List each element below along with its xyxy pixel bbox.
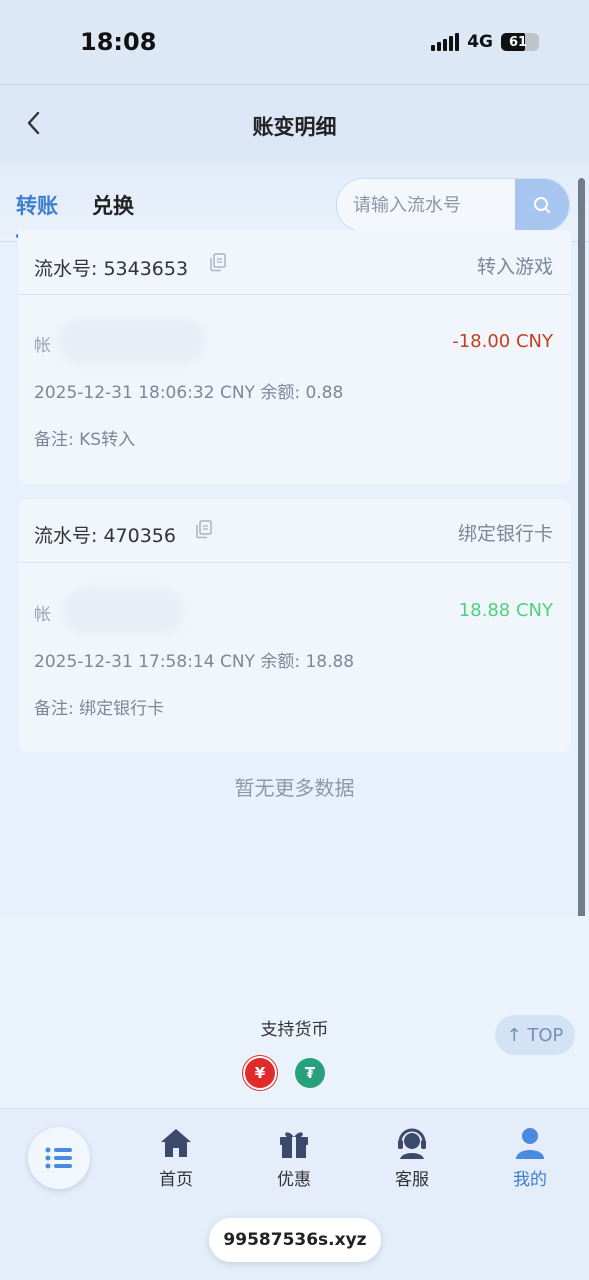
account-mask (62, 588, 184, 634)
nav-label: 我的 (513, 1170, 547, 1190)
remark: 备注: KS转入 (34, 430, 136, 450)
transaction-type: 转入游戏 (476, 256, 553, 278)
card-header: 流水号: 470356 绑定银行卡 (18, 499, 571, 563)
nav-label: 首页 (159, 1170, 193, 1190)
scroll-top-button[interactable]: ↑ TOP (495, 1015, 575, 1055)
account-label: 帐 (34, 336, 51, 356)
nav-promotions[interactable]: 优惠 (254, 1125, 334, 1190)
time-balance: 2025-12-31 17:58:14 CNY 余额: 18.88 (34, 652, 355, 672)
search-input[interactable] (337, 179, 517, 231)
battery-icon: 61 (501, 33, 539, 51)
support-icon (398, 1128, 426, 1159)
domain-pill: 99587536s.xyz (209, 1218, 381, 1262)
search-button[interactable] (515, 179, 569, 231)
scrollbar[interactable] (578, 178, 585, 1008)
status-bar: 18:08 4G 61 (0, 0, 589, 84)
account-label: 帐 (34, 605, 51, 625)
cny-icon: ¥ (245, 1058, 275, 1088)
copy-icon[interactable] (208, 252, 228, 272)
tab-exchange[interactable]: 兑换 (92, 190, 134, 220)
time-balance: 2025-12-31 18:06:32 CNY 余额: 0.88 (34, 383, 344, 403)
search-box (336, 178, 570, 232)
serial-number: 流水号: 470356 (34, 525, 176, 547)
serial-number: 流水号: 5343653 (34, 258, 189, 280)
account-mask (58, 318, 206, 364)
search-icon (534, 197, 550, 213)
transaction-card: 流水号: 470356 绑定银行卡 帐 18.88 CNY 2025-12-31… (18, 499, 571, 752)
nav-profile[interactable]: 我的 (490, 1125, 570, 1190)
status-icons: 4G 61 (431, 32, 539, 52)
nav-bar: 账变明细 (0, 84, 589, 162)
footer-area (0, 916, 589, 1110)
nav-label: 优惠 (277, 1170, 311, 1190)
user-icon (516, 1128, 544, 1159)
usdt-icon: ₮ (295, 1058, 325, 1088)
transaction-card: 流水号: 5343653 转入游戏 帐 -18.00 CNY 2025-12-3… (18, 230, 571, 484)
amount: -18.00 CNY (452, 331, 553, 352)
menu-button[interactable] (28, 1127, 90, 1189)
gift-icon (280, 1132, 308, 1158)
battery-level: 61 (509, 34, 528, 50)
tab-transfer[interactable]: 转账 (16, 190, 58, 220)
copy-icon[interactable] (194, 519, 214, 539)
nav-support[interactable]: 客服 (372, 1125, 452, 1190)
no-more-data: 暂无更多数据 (234, 776, 355, 800)
transaction-type: 绑定银行卡 (457, 523, 553, 545)
page-title: 账变明细 (252, 115, 337, 139)
status-time: 18:08 (80, 28, 157, 56)
card-header: 流水号: 5343653 转入游戏 (18, 230, 571, 295)
signal-icon (431, 33, 460, 51)
amount: 18.88 CNY (458, 600, 553, 621)
nav-home[interactable]: 首页 (136, 1125, 216, 1190)
network-label: 4G (467, 32, 493, 52)
list-icon (45, 1147, 72, 1169)
home-icon (161, 1129, 191, 1157)
remark: 备注: 绑定银行卡 (34, 699, 165, 719)
nav-label: 客服 (395, 1170, 429, 1190)
